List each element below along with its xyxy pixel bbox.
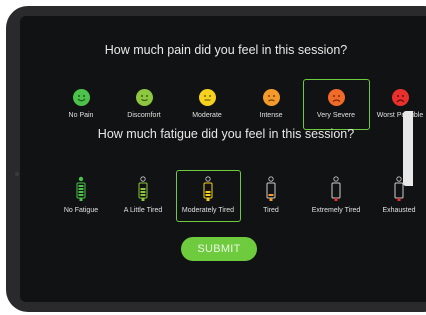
battery-high-icon	[138, 176, 148, 201]
pain-option-label: No Pain	[68, 112, 94, 119]
pain-option-moderate[interactable]: Moderate	[185, 89, 229, 120]
fatigue-option-extremely-tired[interactable]: Extremely Tired	[304, 176, 368, 215]
camera-dot	[15, 172, 19, 176]
fatigue-option-label: Exhausted	[382, 207, 416, 214]
battery-very-low-icon	[331, 176, 341, 201]
fatigue-option-label: No Fatigue	[63, 207, 99, 214]
fatigue-option-label: A Little Tired	[123, 207, 163, 214]
battery-full-icon	[76, 176, 86, 201]
pain-question: How much pain did you feel in this sessi…	[104, 43, 348, 57]
pain-option-discomfort[interactable]: Discomfort	[120, 89, 168, 120]
pain-option-no-pain[interactable]: No Pain	[61, 89, 101, 120]
pain-option-label: Moderate	[192, 112, 222, 119]
pain-option-label: Discomfort	[127, 112, 161, 119]
smile-face-icon	[135, 89, 153, 106]
side-panel-handle[interactable]	[403, 111, 413, 186]
fatigue-option-no-fatigue[interactable]: No Fatigue	[56, 176, 106, 215]
pain-option-worst-possible[interactable]: Worst Possible	[374, 89, 426, 120]
pain-option-label: Intense	[259, 112, 283, 119]
fatigue-question: How much fatigue did you feel in this se…	[97, 127, 355, 141]
sad-face-icon	[327, 89, 345, 106]
fatigue-option-label: Tired	[263, 207, 279, 214]
frown-face-icon	[262, 89, 280, 106]
fatigue-option-a-little-tired[interactable]: A Little Tired	[118, 176, 168, 215]
fatigue-option-moderately-tired[interactable]: Moderately Tired	[178, 176, 238, 215]
pain-option-label: Worst Possible	[376, 112, 424, 119]
crying-face-icon	[391, 89, 409, 106]
pain-option-very-severe[interactable]: Very Severe	[310, 89, 362, 120]
fatigue-option-label: Moderately Tired	[181, 207, 235, 214]
happy-face-icon	[72, 89, 90, 106]
submit-button[interactable]: SUBMIT	[181, 237, 257, 261]
battery-medium-icon	[203, 176, 213, 201]
fatigue-option-tired[interactable]: Tired	[256, 176, 286, 215]
fatigue-option-exhausted[interactable]: Exhausted	[376, 176, 422, 215]
battery-empty-icon	[394, 176, 404, 201]
fatigue-option-label: Extremely Tired	[311, 207, 361, 214]
battery-low-icon	[266, 176, 276, 201]
neutral-face-icon	[198, 89, 216, 106]
pain-option-label: Very Severe	[316, 112, 356, 119]
pain-option-intense[interactable]: Intense	[252, 89, 290, 120]
